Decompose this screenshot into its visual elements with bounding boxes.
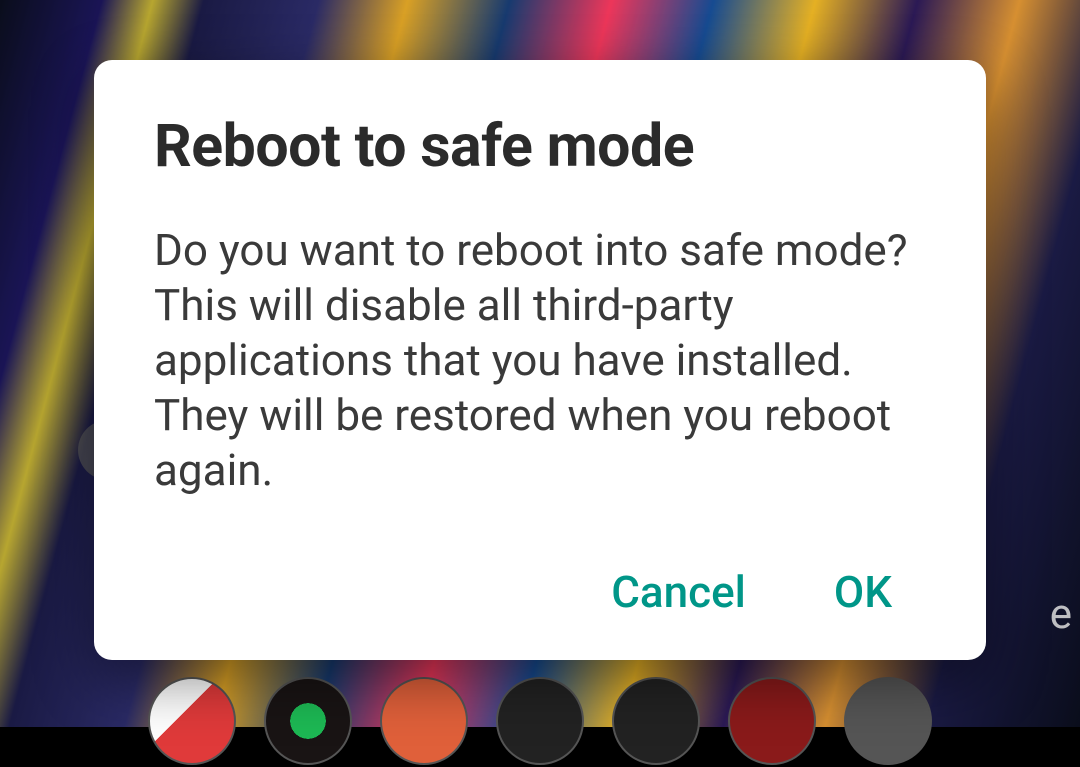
safe-mode-dialog: Reboot to safe mode Do you want to reboo… <box>94 60 986 660</box>
app-dock <box>0 677 1080 767</box>
dock-app-icon <box>380 677 468 765</box>
dock-app-icon <box>728 677 816 765</box>
dock-app-icon <box>612 677 700 765</box>
cancel-button[interactable]: Cancel <box>607 558 750 626</box>
background-text-fragment: e <box>1050 590 1072 639</box>
dock-app-icon <box>496 677 584 765</box>
dialog-actions: Cancel OK <box>154 558 926 626</box>
ok-button[interactable]: OK <box>830 558 896 626</box>
dialog-title: Reboot to safe mode <box>154 112 926 181</box>
dock-app-icon <box>148 677 236 765</box>
dock-app-icon <box>264 677 352 765</box>
dialog-message: Do you want to reboot into safe mode? Th… <box>154 223 926 498</box>
dock-app-icon <box>844 677 932 765</box>
